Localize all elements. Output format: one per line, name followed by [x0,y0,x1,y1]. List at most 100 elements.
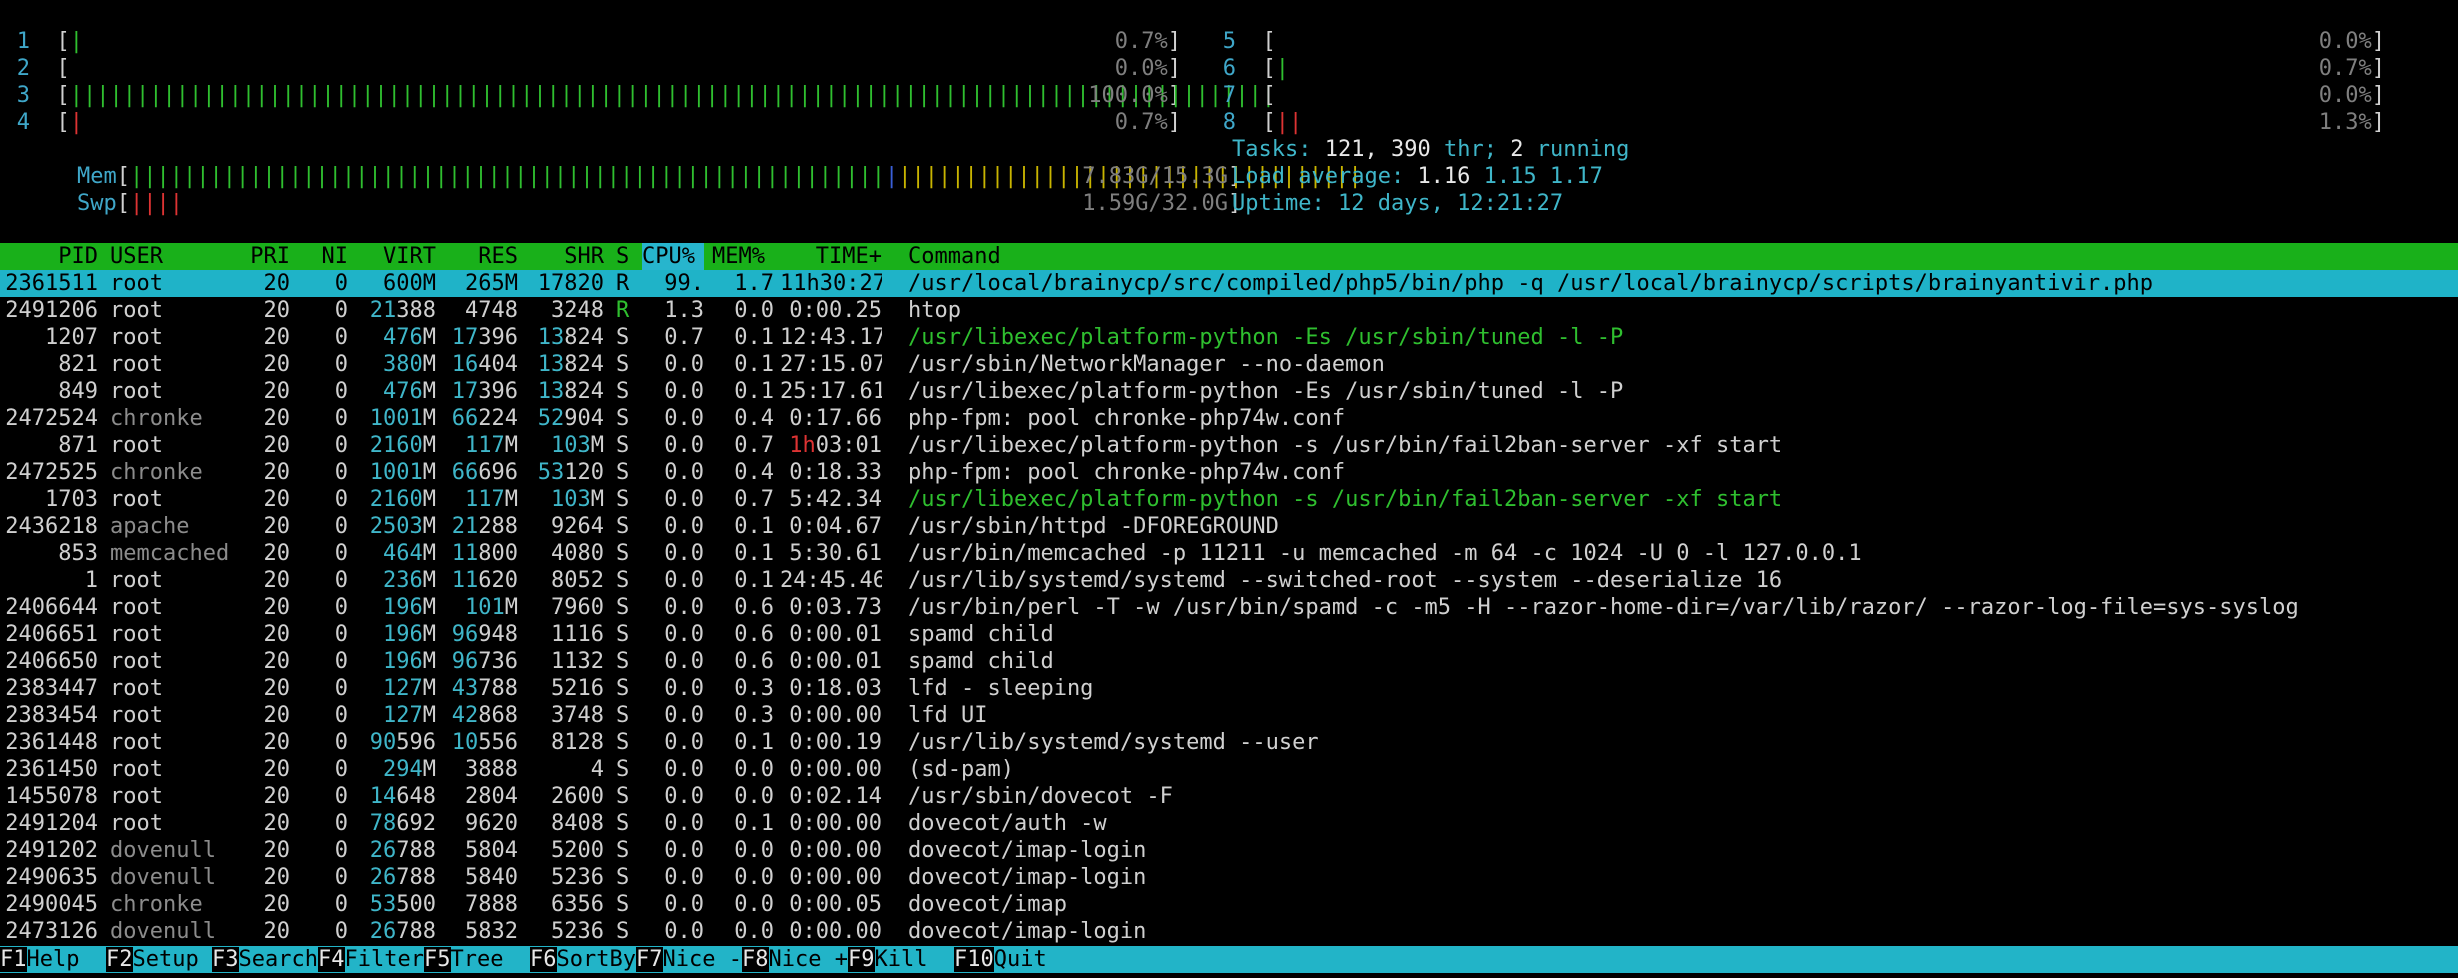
table-row[interactable]: 871 root 20 0 2160M 117M 103M S 0.0 0.7 1h03:01/us… [0,432,2458,459]
fkey-f9[interactable]: F9Kill [848,946,954,973]
cell-pid: 2361511 [5,271,98,296]
col-ni[interactable]: NI [300,243,349,270]
table-row[interactable]: 2472524 chronke 20 0 1001M 66224 52904 S 0.0 0.4 0… [0,405,2458,432]
cell-ni: 0 [334,865,348,890]
cell-shr: 13824 [537,352,604,377]
cell-time: 0:00.01 [789,649,882,674]
col-state[interactable]: S [616,243,636,270]
cell-virt: 476M [383,325,436,350]
cell-ni: 0 [334,406,348,431]
cell-pid: 2436218 [5,514,98,539]
cell-pri: 20 [263,325,291,350]
table-row[interactable]: 2383447 root 20 0 127M 43788 5216 S 0.0 0.3 0:18.0… [0,675,2458,702]
cell-virt: 14648 [369,784,436,809]
cell-cpu: 0.0 [664,622,704,647]
cell-pri: 20 [263,541,291,566]
cpu-meter-6: 6 [| 0.7%] [1192,55,2385,82]
cell-user: root [110,595,163,620]
table-row[interactable]: 2406651 root 20 0 196M 96948 1116 S 0.0 0.6 0:00.0… [0,621,2458,648]
table-row[interactable]: 2490635 dovenull 20 0 26788 5840 5236 S 0.0 0.0 0:… [0,864,2458,891]
col-user[interactable]: USER [110,243,240,270]
table-row[interactable]: 1 root 20 0 236M 11620 8052 S 0.0 0.1 24:45.46/usr… [0,567,2458,594]
table-row[interactable]: 2491202 dovenull 20 0 26788 5804 5200 S 0.0 0.0 0:… [0,837,2458,864]
cpu-id: 2 [16,56,30,81]
table-row[interactable]: 2361448 root 20 0 90596 10556 8128 S 0.0 0.1 0:00.… [0,729,2458,756]
fkey-f4[interactable]: F4Filter [318,946,424,973]
cell-virt: 78692 [369,811,436,836]
cell-command: /usr/sbin/httpd -DFOREGROUND [908,514,1279,539]
fkey-f10[interactable]: F10Quit [954,946,1073,973]
cell-user: root [110,703,163,728]
table-row[interactable]: 853 memcached 20 0 464M 11800 4080 S 0.0 0.1 5:30.… [0,540,2458,567]
cell-ni: 0 [334,811,348,836]
cell-ni: 0 [334,730,348,755]
cpu-id: 4 [16,110,30,135]
cell-s: R [616,298,630,323]
fkey-f3[interactable]: F3Search [212,946,318,973]
col-pid[interactable]: PID [0,243,98,270]
table-row[interactable]: 2472525 chronke 20 0 1001M 66696 53120 S 0.0 0.4 0… [0,459,2458,486]
table-row[interactable]: 2473126 dovenull 20 0 26788 5832 5236 S 0.0 0.0 0:… [0,918,2458,945]
table-row[interactable]: 2491204 root 20 0 78692 9620 8408 S 0.0 0.1 0:00.0… [0,810,2458,837]
cell-pri: 20 [263,649,291,674]
cell-s: S [616,919,630,944]
col-time[interactable]: TIME+ [780,243,882,270]
cell-ni: 0 [334,838,348,863]
fkey-f5[interactable]: F5Tree [424,946,530,973]
cell-command: (sd-pam) [908,757,1014,782]
table-row[interactable]: 2383454 root 20 0 127M 42868 3748 S 0.0 0.3 0:00.0… [0,702,2458,729]
table-row[interactable]: 849 root 20 0 476M 17396 13824 S 0.0 0.1 25:17.61 /… [0,378,2458,405]
cell-pri: 20 [263,757,291,782]
cpu-meter-8: 8 [|| 1.3%] [1192,109,2385,136]
cell-user: chronke [110,892,203,917]
table-row[interactable]: 2490045 chronke 20 0 53500 7888 6356 S 0.0 0.0 0:0… [0,891,2458,918]
cell-pid: 2491202 [5,838,98,863]
col-pri[interactable]: PRI [246,243,290,270]
table-row[interactable]: 2361450 root 20 0 294M 3888 4 S 0.0 0.0 0:00.00 (sd… [0,756,2458,783]
cell-user: root [110,271,163,296]
cell-ni: 0 [334,892,348,917]
process-table-header[interactable]: PID USER PRI NI VIRT RES SHR S CPU% MEM%… [0,243,2458,270]
cpu-percent: 100.0% [1088,83,1168,108]
cell-virt: 196M [383,622,436,647]
cell-res: 2804 [465,784,518,809]
cell-pri: 20 [263,460,291,485]
col-shr[interactable]: SHR [524,243,604,270]
cell-shr: 13824 [537,379,604,404]
table-row[interactable]: 2361511 root 20 0 600M 265M 17820 R 99. 1.7 11h30:… [0,270,2458,297]
fkey-f6[interactable]: F6SortBy [530,946,636,973]
table-row[interactable]: 1455078 root 20 0 14648 2804 2600 S 0.0 0.0 0:02.1… [0,783,2458,810]
fkey-f8[interactable]: F8Nice + [742,946,848,973]
fkey-f1[interactable]: F1Help [0,946,106,973]
fkey-f2[interactable]: F2Setup [106,946,212,973]
table-row[interactable]: 2406650 root 20 0 196M 96736 1132 S 0.0 0.6 0:00.0… [0,648,2458,675]
table-row[interactable]: 2436218 apache 20 0 2503M 21288 9264 S 0.0 0.1 0:0… [0,513,2458,540]
table-row[interactable]: 2491206 root 20 0 21388 4748 3248 R 1.3 0.0 0:00.2… [0,297,2458,324]
load-average: Load average: 1.16 1.15 1.17 [1232,164,1603,189]
cpu-percent: 0.7% [2318,56,2372,81]
cell-res: 10556 [451,730,518,755]
cell-shr: 5200 [551,838,604,863]
col-virt[interactable]: VIRT [354,243,436,270]
cell-pri: 20 [263,514,291,539]
table-row[interactable]: 1207 root 20 0 476M 17396 13824 S 0.7 0.1 12:43.17… [0,324,2458,351]
cell-s: S [616,784,630,809]
cell-pri: 20 [263,919,291,944]
col-command[interactable]: Command [908,243,1108,270]
cell-s: S [616,703,630,728]
cell-command: php-fpm: pool chronke-php74w.conf [908,460,1346,485]
col-cpu-sorted[interactable]: CPU% [642,243,704,270]
fkey-f7[interactable]: F7Nice - [636,946,742,973]
cell-mem: 0.4 [734,406,774,431]
cell-virt: 53500 [369,892,436,917]
cell-s: S [616,892,630,917]
cell-time: 0:00.05 [789,892,882,917]
cell-shr: 3248 [551,298,604,323]
table-row[interactable]: 2406644 root 20 0 196M 101M 7960 S 0.0 0.6 0:03.73… [0,594,2458,621]
col-mem[interactable]: MEM% [712,243,774,270]
col-res[interactable]: RES [440,243,518,270]
table-row[interactable]: 821 root 20 0 380M 16404 13824 S 0.0 0.1 27:15.07 /… [0,351,2458,378]
cell-res: 117M [465,487,518,512]
table-row[interactable]: 1703 root 20 0 2160M 117M 103M S 0.0 0.7 5:42.34/u… [0,486,2458,513]
cell-time: 25:17.61 [780,379,882,404]
